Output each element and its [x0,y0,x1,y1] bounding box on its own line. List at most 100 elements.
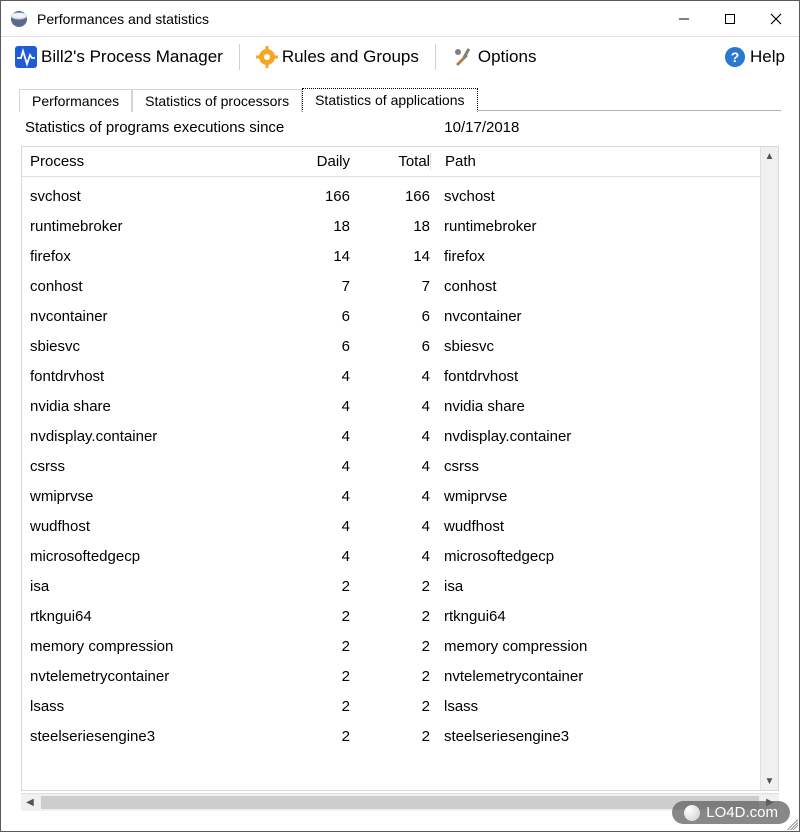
close-button[interactable] [753,2,799,36]
cell-path: wudfhost [430,518,752,535]
cell-path: microsoftedgecp [430,548,752,565]
table-row[interactable]: wmiprvse44wmiprvse [30,481,752,511]
cell-path: nvidia share [430,398,752,415]
cell-process: wudfhost [30,518,270,535]
scroll-left-icon[interactable]: ◀ [21,794,39,811]
cell-total: 2 [350,668,430,685]
cell-total: 6 [350,338,430,355]
table-row[interactable]: lsass22lsass [30,691,752,721]
cell-total: 4 [350,548,430,565]
cell-process: fontdrvhost [30,368,270,385]
toolbar: Bill2's Process Manager Rules and Groups… [1,37,799,77]
content-area: Performances Statistics of processors St… [1,77,799,831]
table-row[interactable]: firefox1414firefox [30,241,752,271]
cell-path: nvtelemetrycontainer [430,668,752,685]
cell-path: wmiprvse [430,488,752,505]
cell-process: conhost [30,278,270,295]
vertical-scrollbar[interactable]: ▲ ▼ [760,147,778,790]
cell-daily: 6 [270,338,350,355]
cell-total: 14 [350,248,430,265]
cell-path: fontdrvhost [430,368,752,385]
table-row[interactable]: microsoftedgecp44microsoftedgecp [30,541,752,571]
cell-daily: 4 [270,458,350,475]
tools-icon [452,46,474,68]
table-row[interactable]: nvtelemetrycontainer22nvtelemetrycontain… [30,661,752,691]
col-header-process[interactable]: Process [30,153,270,170]
table-row[interactable]: nvdisplay.container44nvdisplay.container [30,421,752,451]
cell-daily: 4 [270,368,350,385]
scroll-track[interactable] [761,165,778,772]
table-row[interactable]: runtimebroker1818runtimebroker [30,211,752,241]
horizontal-scrollbar[interactable]: ◀ ▶ [21,793,779,811]
cell-daily: 4 [270,518,350,535]
table-row[interactable]: svchost166166svchost [30,181,752,211]
cell-total: 2 [350,578,430,595]
process-table: Process Daily Total Path svchost166166sv… [21,146,779,791]
cell-path: lsass [430,698,752,715]
cell-total: 166 [350,188,430,205]
cell-path: isa [430,578,752,595]
scroll-down-icon[interactable]: ▼ [761,772,778,790]
scroll-up-icon[interactable]: ▲ [761,147,778,165]
table-row[interactable]: steelseriesengine322steelseriesengine3 [30,721,752,751]
table-row[interactable]: fontdrvhost44fontdrvhost [30,361,752,391]
cell-total: 4 [350,488,430,505]
cell-total: 18 [350,218,430,235]
cell-process: svchost [30,188,270,205]
tabs: Performances Statistics of processors St… [19,83,781,111]
app-icon [9,9,29,29]
window-title: Performances and statistics [37,11,661,27]
help-icon: ? [724,46,746,68]
table-row[interactable]: sbiesvc66sbiesvc [30,331,752,361]
cell-daily: 7 [270,278,350,295]
cell-total: 4 [350,458,430,475]
cell-process: firefox [30,248,270,265]
cell-daily: 4 [270,488,350,505]
cell-total: 6 [350,308,430,325]
cell-daily: 4 [270,398,350,415]
toolbar-separator [435,44,436,70]
table-row[interactable]: nvidia share44nvidia share [30,391,752,421]
cell-process: csrss [30,458,270,475]
table-row[interactable]: conhost77conhost [30,271,752,301]
table-row[interactable]: memory compression22memory compression [30,631,752,661]
cell-path: sbiesvc [430,338,752,355]
cell-process: runtimebroker [30,218,270,235]
rules-groups-button[interactable]: Rules and Groups [252,44,423,70]
cell-daily: 6 [270,308,350,325]
svg-text:?: ? [731,49,740,65]
col-header-path[interactable]: Path [430,153,752,170]
help-label: Help [750,47,785,67]
minimize-button[interactable] [661,2,707,36]
cell-total: 4 [350,368,430,385]
table-row[interactable]: wudfhost44wudfhost [30,511,752,541]
cell-total: 2 [350,638,430,655]
tab-performances[interactable]: Performances [19,89,132,112]
cell-path: runtimebroker [430,218,752,235]
cell-process: rtkngui64 [30,608,270,625]
tab-statistics-processors[interactable]: Statistics of processors [132,89,302,112]
col-header-daily[interactable]: Daily [270,153,350,170]
help-button[interactable]: ? Help [720,44,789,70]
stats-header: Statistics of programs executions since … [19,111,781,142]
options-button[interactable]: Options [448,44,541,70]
maximize-button[interactable] [707,2,753,36]
cell-path: nvcontainer [430,308,752,325]
table-row[interactable]: csrss44csrss [30,451,752,481]
cell-daily: 18 [270,218,350,235]
col-header-total[interactable]: Total [350,153,430,170]
tab-statistics-applications[interactable]: Statistics of applications [302,88,477,112]
cell-daily: 166 [270,188,350,205]
cell-total: 2 [350,728,430,745]
rules-groups-label: Rules and Groups [282,47,419,67]
titlebar: Performances and statistics [1,1,799,37]
options-label: Options [478,47,537,67]
scroll-thumb[interactable] [41,796,759,809]
table-row[interactable]: isa22isa [30,571,752,601]
watermark: LO4D.com [672,801,790,824]
table-row[interactable]: nvcontainer66nvcontainer [30,301,752,331]
gear-icon [256,46,278,68]
process-manager-button[interactable]: Bill2's Process Manager [11,44,227,70]
table-row[interactable]: rtkngui6422rtkngui64 [30,601,752,631]
stats-since-date: 10/17/2018 [444,119,519,136]
